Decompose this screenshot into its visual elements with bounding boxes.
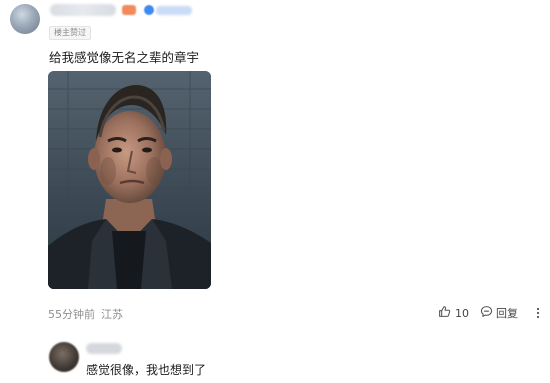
like-count: 10 — [455, 306, 469, 320]
reply-button[interactable]: 回复 — [480, 304, 518, 322]
comment-text: 给我感觉像无名之辈的章宇 — [49, 50, 200, 65]
comment-location: 江苏 — [101, 308, 123, 321]
portrait-photo — [48, 71, 211, 289]
commenter-avatar[interactable] — [10, 4, 40, 34]
member-tag-blurred — [156, 6, 192, 15]
reply-text: 感觉很像，我也想到了 — [86, 363, 207, 377]
more-dots-icon — [532, 304, 544, 323]
owner-liked-badge: 楼主赞过 — [49, 26, 91, 40]
reply-avatar[interactable] — [49, 342, 79, 372]
commenter-username-blurred[interactable] — [50, 4, 116, 16]
chat-bubble-icon — [480, 305, 493, 321]
thumbs-up-icon — [438, 305, 451, 321]
comment-time: 55分钟前 — [48, 308, 95, 321]
comment-image[interactable] — [48, 71, 211, 289]
level-badge — [122, 5, 136, 15]
reply-label: 回复 — [496, 307, 518, 320]
reply-username-blurred[interactable] — [86, 343, 122, 354]
like-button[interactable]: 10 — [438, 304, 469, 322]
more-options-button[interactable] — [530, 304, 546, 322]
verified-badge-icon — [144, 5, 154, 15]
